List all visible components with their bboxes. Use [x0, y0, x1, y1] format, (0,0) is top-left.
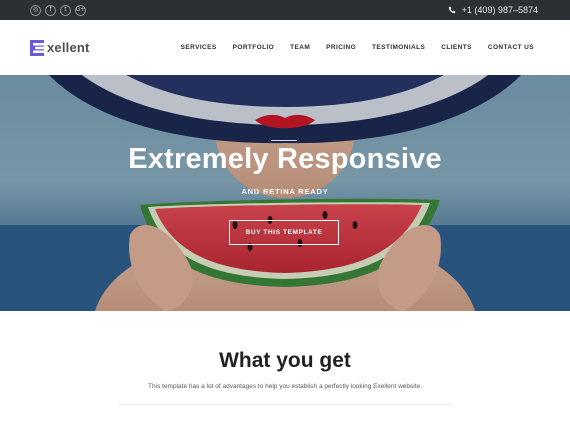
phone-icon	[448, 6, 455, 14]
nav-portfolio[interactable]: PORTFOLIO	[233, 44, 275, 51]
hero-title: Extremely Responsive	[128, 143, 442, 175]
top-bar: ◎ f t G+ +1 (409) 987–5874	[0, 0, 570, 20]
social-links: ◎ f t G+	[30, 4, 86, 16]
logo-text: xellent	[47, 40, 90, 55]
section-divider	[118, 404, 452, 405]
instagram-icon[interactable]: ◎	[30, 4, 41, 16]
site-logo[interactable]: xellent	[30, 39, 90, 56]
logo-e-icon	[30, 39, 44, 56]
features-section: What you get This template has a lot of …	[0, 311, 570, 428]
main-header: xellent SERVICES PORTFOLIO TEAM PRICING …	[0, 20, 570, 75]
twitter-icon[interactable]: t	[60, 4, 71, 16]
main-nav: SERVICES PORTFOLIO TEAM PRICING TESTIMON…	[181, 44, 534, 51]
google-plus-glyph: G+	[75, 6, 86, 13]
phone-number[interactable]: +1 (409) 987–5874	[462, 5, 538, 15]
nav-clients[interactable]: CLIENTS	[441, 44, 472, 51]
hero-subtitle: AND RETINA READY	[241, 187, 329, 196]
nav-team[interactable]: TEAM	[290, 44, 310, 51]
facebook-icon[interactable]: f	[45, 4, 56, 16]
hero-banner: Extremely Responsive AND RETINA READY BU…	[0, 75, 570, 311]
phone-contact[interactable]: +1 (409) 987–5874	[448, 5, 538, 15]
hero-divider	[271, 140, 297, 141]
facebook-glyph: f	[49, 6, 52, 13]
buy-template-button[interactable]: BUY THIS TEMPLATE	[229, 220, 339, 245]
section-title: What you get	[219, 349, 351, 372]
nav-contact-us[interactable]: CONTACT US	[488, 44, 534, 51]
nav-pricing[interactable]: PRICING	[326, 44, 356, 51]
google-plus-icon[interactable]: G+	[75, 4, 86, 16]
instagram-glyph: ◎	[32, 6, 39, 13]
twitter-glyph: t	[64, 6, 67, 13]
nav-testimonials[interactable]: TESTIMONIALS	[372, 44, 425, 51]
section-description: This template has a lot of advantages to…	[148, 383, 422, 390]
nav-services[interactable]: SERVICES	[181, 44, 217, 51]
